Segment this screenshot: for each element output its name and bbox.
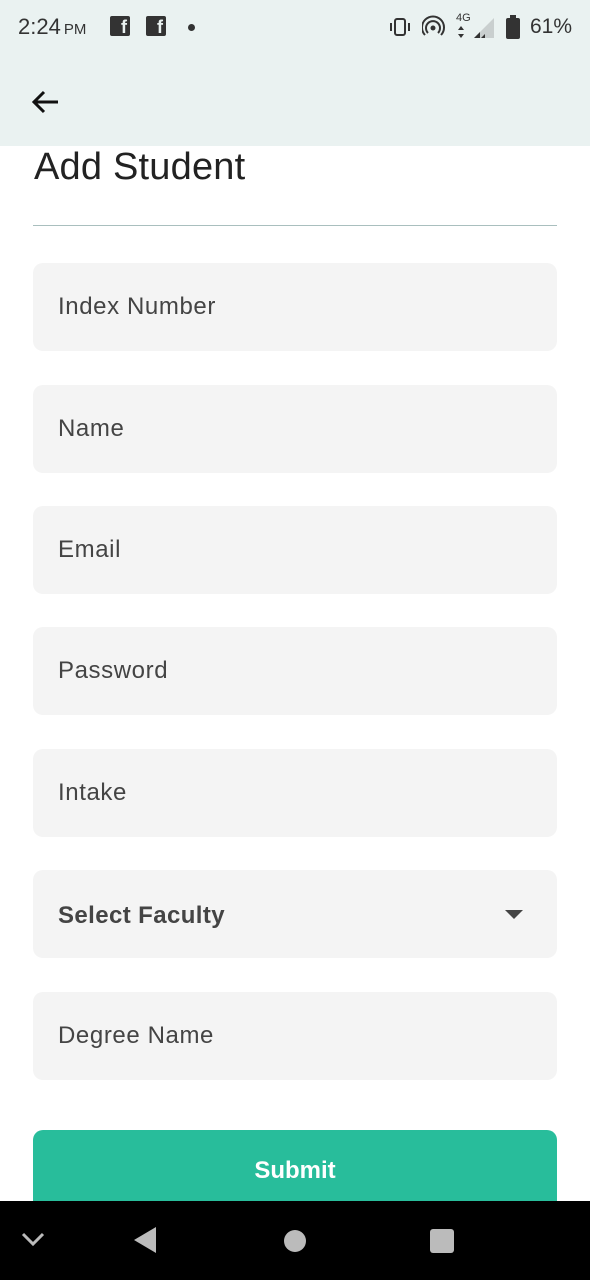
intake-field-container — [33, 749, 557, 837]
intake-input[interactable] — [33, 749, 557, 837]
status-time: 2:24 PM — [18, 14, 86, 40]
nav-home-button[interactable] — [283, 1229, 307, 1258]
triangle-back-icon — [134, 1227, 156, 1253]
circle-home-icon — [284, 1230, 306, 1252]
arrow-left-icon — [31, 90, 58, 114]
degree-name-field-container — [33, 992, 557, 1080]
more-notifications-dot-icon — [188, 24, 195, 31]
status-ampm: PM — [63, 21, 87, 38]
name-input[interactable] — [33, 385, 557, 473]
faculty-select-label: Select Faculty — [58, 902, 226, 929]
facebook-notification-icon: f — [146, 16, 166, 37]
app-bar — [0, 56, 590, 146]
email-input[interactable] — [33, 506, 557, 594]
title-divider — [33, 225, 557, 226]
nav-hide-button[interactable] — [20, 1229, 46, 1254]
page-title: Add Student — [34, 146, 246, 188]
mobile-signal-icon: 4G — [456, 12, 496, 40]
facebook-notification-icon: f — [110, 16, 130, 37]
square-recents-icon — [430, 1229, 454, 1253]
status-clock: 2:24 — [18, 14, 61, 39]
password-input[interactable] — [33, 627, 557, 715]
battery-percentage: 61% — [529, 15, 572, 38]
faculty-select[interactable]: Select Faculty — [33, 870, 557, 958]
nav-back-button[interactable] — [132, 1225, 158, 1260]
email-field-container — [33, 506, 557, 594]
password-field-container — [33, 627, 557, 715]
system-navigation-bar — [0, 1201, 590, 1280]
nav-recents-button[interactable] — [429, 1228, 455, 1259]
vibrate-icon — [389, 18, 410, 36]
hotspot-icon — [421, 15, 445, 36]
battery-icon — [505, 15, 520, 39]
degree-name-input[interactable] — [33, 992, 557, 1080]
status-icons: 4G 61% — [388, 12, 572, 42]
index-number-field-container — [33, 263, 557, 351]
submit-button[interactable]: Submit — [33, 1130, 557, 1210]
dropdown-caret-icon — [505, 910, 523, 919]
chevron-down-icon — [21, 1232, 45, 1247]
back-button[interactable] — [28, 84, 64, 120]
index-number-input[interactable] — [33, 263, 557, 351]
name-field-container — [33, 385, 557, 473]
status-bar: 2:24 PM f f 4G 61% — [0, 0, 590, 56]
